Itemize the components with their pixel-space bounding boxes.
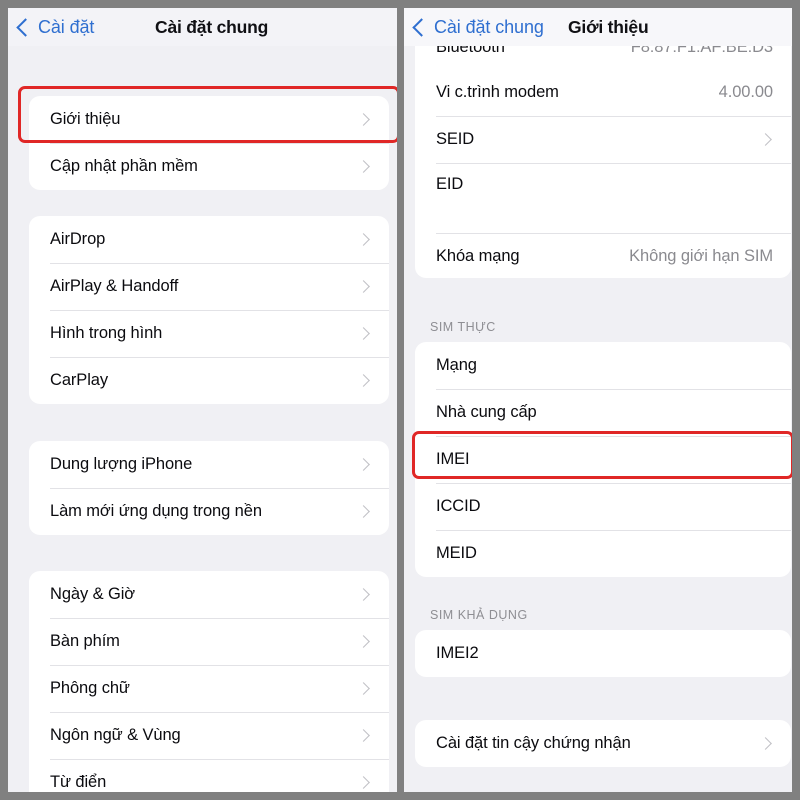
chevron-right-icon (357, 458, 370, 471)
chevron-right-icon (759, 133, 772, 146)
left-back-button[interactable]: Cài đặt (16, 8, 95, 46)
row-iccid[interactable]: ICCID (415, 483, 791, 530)
row-value: Không giới hạn SIM (629, 247, 773, 265)
chevron-right-icon (357, 160, 370, 173)
sidebar-item-ban-phim[interactable]: Bàn phím (29, 618, 389, 665)
sidebar-item-phong-chu[interactable]: Phông chữ (29, 665, 389, 712)
row-label: Ngôn ngữ & Vùng (50, 726, 181, 744)
row-eid[interactable]: EID (415, 163, 791, 233)
row-label: Phông chữ (50, 679, 130, 697)
chevron-right-icon (357, 635, 370, 648)
row-label: Bàn phím (50, 632, 120, 650)
right-group-sim-thuc: Mạng Nhà cung cấp IMEI ICCID MEID (415, 342, 791, 577)
chevron-left-icon (16, 17, 35, 37)
row-label: Từ điển (50, 773, 107, 791)
chevron-right-icon (357, 113, 370, 126)
row-label: Khóa mạng (436, 247, 520, 265)
right-group-1: Bluetooth F8:87:F1:AF:BE:D3 Vi c.trình m… (415, 46, 791, 278)
row-bluetooth[interactable]: Bluetooth F8:87:F1:AF:BE:D3 (415, 46, 791, 69)
row-nha-cung-cap[interactable]: Nhà cung cấp (415, 389, 791, 436)
row-label: Mạng (436, 356, 477, 374)
chevron-right-icon (357, 233, 370, 246)
row-vi-ctrinh-modem[interactable]: Vi c.trình modem 4.00.00 (415, 69, 791, 116)
chevron-right-icon (357, 729, 370, 742)
screenshot-root: Cài đặt Cài đặt chung Giới thiệu Cập nhậ… (0, 0, 800, 800)
row-label: Ngày & Giờ (50, 585, 136, 603)
row-label: AirDrop (50, 230, 106, 248)
row-value: F8:87:F1:AF:BE:D3 (630, 46, 773, 56)
row-label: Vi c.trình modem (436, 83, 559, 101)
sidebar-item-gioi-thieu[interactable]: Giới thiệu (29, 96, 389, 143)
left-group-3: Dung lượng iPhone Làm mới ứng dụng trong… (29, 441, 389, 535)
chevron-right-icon (357, 588, 370, 601)
left-navbar: Cài đặt Cài đặt chung (8, 8, 397, 46)
left-group-2: AirDrop AirPlay & Handoff Hình trong hìn… (29, 216, 389, 404)
row-label: MEID (436, 544, 477, 562)
row-label: ICCID (436, 497, 481, 515)
chevron-right-icon (759, 737, 772, 750)
sidebar-item-lam-moi-ung-dung[interactable]: Làm mới ứng dụng trong nền (29, 488, 389, 535)
sidebar-item-tu-dien[interactable]: Từ điển (29, 759, 389, 792)
chevron-right-icon (357, 505, 370, 518)
sidebar-item-hinh-trong-hinh[interactable]: Hình trong hình (29, 310, 389, 357)
row-label: Cài đặt tin cậy chứng nhận (436, 734, 631, 752)
row-label: IMEI2 (436, 644, 479, 662)
chevron-left-icon (412, 17, 431, 37)
left-group-4: Ngày & Giờ Bàn phím Phông chữ Ngôn ngữ &… (29, 571, 389, 792)
sidebar-item-airdrop[interactable]: AirDrop (29, 216, 389, 263)
left-back-label: Cài đặt (38, 16, 95, 37)
chevron-right-icon (357, 374, 370, 387)
row-value: 4.00.00 (718, 83, 773, 101)
left-page-title: Cài đặt chung (155, 16, 269, 37)
row-cai-dat-tin-cay-chung-nhan[interactable]: Cài đặt tin cậy chứng nhận (415, 720, 791, 767)
row-label: IMEI (436, 450, 470, 468)
row-seid[interactable]: SEID (415, 116, 791, 163)
row-label: Bluetooth (436, 46, 505, 56)
row-meid[interactable]: MEID (415, 530, 791, 577)
right-phone-pane: Cài đặt chung Giới thiệu Bluetooth F8:87… (404, 8, 792, 792)
chevron-right-icon (357, 280, 370, 293)
right-scroll-content[interactable]: Bluetooth F8:87:F1:AF:BE:D3 Vi c.trình m… (404, 46, 792, 792)
right-group-sim-kha-dung: IMEI2 (415, 630, 791, 677)
left-scroll-content[interactable]: Giới thiệu Cập nhật phần mềm AirDrop Air… (8, 46, 397, 792)
sidebar-item-ngon-ngu-vung[interactable]: Ngôn ngữ & Vùng (29, 712, 389, 759)
row-label: Nhà cung cấp (436, 403, 537, 421)
section-header-sim-thuc: SIM THỰC (430, 320, 496, 334)
row-label: CarPlay (50, 371, 108, 389)
right-back-button[interactable]: Cài đặt chung (412, 8, 544, 46)
row-imei[interactable]: IMEI (415, 436, 791, 483)
row-label: SEID (436, 130, 475, 148)
row-label: Cập nhật phần mềm (50, 157, 198, 175)
sidebar-item-dung-luong-iphone[interactable]: Dung lượng iPhone (29, 441, 389, 488)
sidebar-item-airplay-handoff[interactable]: AirPlay & Handoff (29, 263, 389, 310)
right-navbar: Cài đặt chung Giới thiệu (404, 8, 792, 46)
row-label: Giới thiệu (50, 110, 121, 128)
chevron-right-icon (357, 682, 370, 695)
sidebar-item-carplay[interactable]: CarPlay (29, 357, 389, 404)
row-label: EID (436, 175, 464, 193)
row-mang[interactable]: Mạng (415, 342, 791, 389)
row-imei2[interactable]: IMEI2 (415, 630, 791, 677)
chevron-right-icon (357, 327, 370, 340)
row-label: AirPlay & Handoff (50, 277, 179, 295)
row-label: Làm mới ứng dụng trong nền (50, 502, 262, 520)
left-group-1: Giới thiệu Cập nhật phần mềm (29, 96, 389, 190)
sidebar-item-cap-nhat-phan-mem[interactable]: Cập nhật phần mềm (29, 143, 389, 190)
chevron-right-icon (357, 776, 370, 789)
right-back-label: Cài đặt chung (434, 16, 544, 37)
right-group-trust: Cài đặt tin cậy chứng nhận (415, 720, 791, 767)
right-page-title: Giới thiệu (568, 16, 649, 37)
row-khoa-mang[interactable]: Khóa mạng Không giới hạn SIM (415, 233, 791, 278)
section-header-sim-kha-dung: SIM KHẢ DỤNG (430, 608, 528, 622)
row-label: Hình trong hình (50, 324, 163, 342)
left-phone-pane: Cài đặt Cài đặt chung Giới thiệu Cập nhậ… (8, 8, 397, 792)
sidebar-item-ngay-gio[interactable]: Ngày & Giờ (29, 571, 389, 618)
row-label: Dung lượng iPhone (50, 455, 193, 473)
